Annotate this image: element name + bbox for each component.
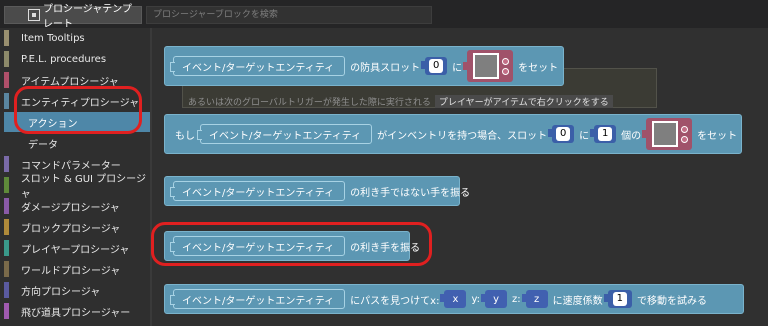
slot-number-input[interactable]: 0 (421, 57, 448, 75)
swing-offhand-block[interactable]: イベント/ターゲットエンティティ の利き手ではない手を振る (164, 176, 470, 206)
category-label: Item Tooltips (21, 32, 85, 44)
category-label: ワールドプロシージャ (21, 265, 121, 277)
set-inventory-slot-block[interactable]: もし イベント/ターゲットエンティティ がインベントリを持つ場合、スロット 0 … (164, 114, 742, 154)
z-input[interactable]: z (521, 290, 548, 308)
category-direction-procedures[interactable]: 方向プロシージャ (4, 280, 150, 300)
category-color-bar (4, 240, 9, 256)
category-color-bar (4, 51, 9, 67)
pathfind-move-block[interactable]: イベント/ターゲットエンティティ にパスを見つけてx: x y: y z: z … (164, 284, 744, 314)
count-number-input[interactable]: 1 (590, 125, 617, 143)
entity-reporter[interactable]: イベント/ターゲットエンティティ (196, 124, 373, 144)
block-text: がインベントリを持つ場合、スロット (377, 130, 548, 142)
slot-value[interactable]: 0 (428, 59, 444, 73)
top-toolbar: プロシージャテンプレート プロシージャーブロックを検索 (0, 0, 768, 30)
block-text: の防具スロット (350, 62, 421, 74)
category-color-bar (4, 303, 9, 319)
category-color-bar (4, 219, 9, 235)
category-color-bar (4, 282, 9, 298)
entity-reporter[interactable]: イベント/ターゲットエンティティ (169, 181, 346, 201)
highlight-entity-category (14, 86, 142, 134)
category-slot-gui-procedures[interactable]: スロット & GUI プロシージャ (4, 174, 150, 200)
block-text: に (452, 62, 463, 74)
category-pel-procedures[interactable]: P.E.L. procedures (4, 49, 150, 69)
block-text: z: (512, 293, 521, 305)
category-label: P.E.L. procedures (21, 53, 107, 65)
set-armor-slot-block[interactable]: イベント/ターゲットエンティティ の防具スロット 0 に をセット (164, 46, 564, 86)
block-workspace[interactable]: あるいは次のグローバルトリガーが発生した際に実行される プレイヤーがアイテムで右… (152, 28, 768, 326)
block-text: で移動を試みる (637, 295, 708, 307)
item-options-icons[interactable] (681, 125, 689, 143)
block-text: をセット (518, 62, 559, 74)
x-input[interactable]: x (440, 290, 467, 308)
category-color-bar (4, 156, 9, 172)
block-text: y: (471, 293, 481, 305)
entity-reporter[interactable]: イベント/ターゲットエンティティ (169, 289, 346, 309)
category-color-bar (4, 261, 9, 277)
itemstack-selector[interactable] (642, 118, 693, 150)
category-block-procedures[interactable]: ブロックプロシージャ (4, 217, 150, 237)
category-color-bar (4, 72, 9, 88)
slot-number-input[interactable]: 0 (548, 125, 575, 143)
item-slot-icon[interactable] (473, 53, 500, 79)
y-input[interactable]: y (481, 290, 508, 308)
block-text: の利き手ではない手を振る (350, 187, 471, 199)
category-world-procedures[interactable]: ワールドプロシージャ (4, 259, 150, 279)
subcategory-data[interactable]: データ (4, 133, 150, 153)
category-damage-procedures[interactable]: ダメージプロシージャ (4, 196, 150, 216)
highlight-swing-mainhand-block (151, 222, 432, 266)
category-label: ブロックプロシージャ (21, 223, 121, 235)
category-player-procedures[interactable]: プレイヤープロシージャ (4, 238, 150, 258)
item-slot-icon[interactable] (652, 121, 679, 147)
block-text: に (579, 130, 590, 142)
category-projectile-procedures[interactable]: 飛び道具プロシージャー (4, 301, 150, 321)
itemstack-selector[interactable] (463, 50, 514, 82)
entity-reporter[interactable]: イベント/ターゲットエンティティ (169, 56, 346, 76)
item-options-icons[interactable] (502, 57, 510, 75)
procedure-templates-tab[interactable]: プロシージャテンプレート (4, 4, 142, 30)
count-value[interactable]: 1 (597, 127, 613, 141)
category-label: 飛び道具プロシージャー (21, 307, 131, 319)
template-icon (28, 9, 40, 21)
category-label: 方向プロシージャ (21, 286, 101, 298)
trigger-pill[interactable]: プレイヤーがアイテムで右クリックをする (434, 94, 613, 108)
category-sidebar: Item Tooltips P.E.L. procedures アイテムプロシー… (0, 28, 150, 326)
speed-value[interactable]: 1 (612, 292, 628, 306)
block-text: に速度係数 (552, 295, 603, 307)
block-search-input[interactable]: プロシージャーブロックを検索 (146, 6, 432, 24)
category-color-bar (4, 30, 9, 46)
comment-line: あるいは次のグローバルトリガーが発生した際に実行される プレイヤーがアイテムで右… (188, 94, 658, 108)
block-text: をセット (697, 130, 738, 142)
comment-text: あるいは次のグローバルトリガーが発生した際に実行される (188, 97, 431, 108)
category-color-bar (4, 93, 9, 109)
block-text: もし (175, 130, 195, 142)
block-text: にパスを見つけてx: (350, 295, 440, 307)
slot-value[interactable]: 0 (555, 127, 571, 141)
speed-number-input[interactable]: 1 (603, 290, 633, 308)
category-label: データ (28, 139, 58, 151)
category-label: ダメージプロシージャ (21, 202, 120, 214)
category-label: プレイヤープロシージャ (21, 244, 130, 256)
block-text: 個の (621, 130, 642, 142)
category-color-bar (4, 177, 9, 193)
category-color-bar (4, 198, 9, 214)
procedure-templates-label: プロシージャテンプレート (43, 4, 132, 30)
category-item-tooltips[interactable]: Item Tooltips (4, 28, 150, 48)
